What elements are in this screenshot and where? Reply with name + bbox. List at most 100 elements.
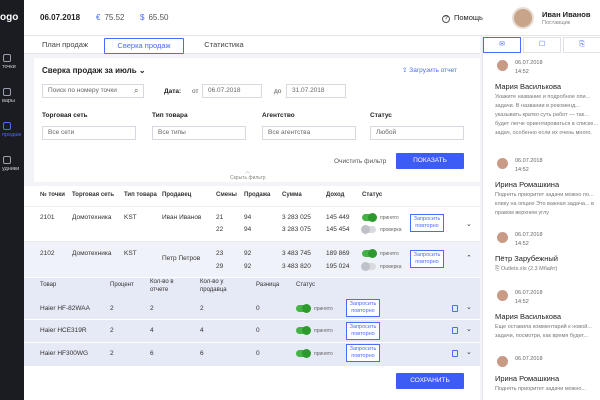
report-count: 2	[150, 305, 154, 312]
sidebar-item-goods[interactable]: вары	[0, 88, 24, 114]
income-cell: 189 869	[326, 250, 350, 257]
chevron-down-icon[interactable]: ⌄	[466, 220, 472, 228]
column-header: Сумма	[282, 192, 302, 198]
message-date: 06.07.2018	[515, 290, 543, 296]
chevron-down-icon[interactable]: ⌄	[466, 303, 472, 311]
avatar	[497, 158, 508, 169]
tab-sales-plan[interactable]: План продаж	[28, 38, 102, 54]
request-again-button[interactable]: Запросить повторно	[346, 344, 380, 362]
message-time: 14:52	[515, 299, 529, 305]
avatar[interactable]	[512, 7, 534, 29]
chevron-down-icon[interactable]: ⌄	[466, 348, 472, 356]
message-author: Ирина Ромашкина	[495, 374, 560, 383]
seller-count: 4	[200, 327, 204, 334]
sales-table: № точки Торговая сеть Тип товара Продаве…	[24, 186, 480, 400]
type-select[interactable]: Все типы	[152, 126, 246, 140]
chevron-down-icon: ⌄	[138, 66, 146, 75]
income-cell: 145 454	[326, 226, 350, 233]
trash-icon[interactable]	[452, 350, 458, 357]
status-text: принято	[380, 215, 399, 221]
attachments-tab[interactable]: ⎘	[563, 37, 600, 53]
page-title[interactable]: Сверка продаж за июль ⌄	[42, 66, 146, 75]
request-again-button[interactable]: Запросить повторно	[410, 250, 444, 268]
hide-filter-toggle[interactable]: ︿ Скрыть фильтр	[230, 168, 266, 181]
from-label: от	[192, 88, 199, 95]
date-from-field[interactable]: 06.07.2018	[202, 84, 262, 98]
avatar	[497, 232, 508, 243]
dollar-icon: $	[140, 13, 145, 22]
sales-cell: 92	[244, 263, 252, 270]
status-select[interactable]: Любой	[370, 126, 464, 140]
message-date: 06.07.2018	[515, 158, 543, 164]
chat-message: 06.07.2018 14:52 Пётр Зарубежный ⎘ Outle…	[483, 230, 600, 280]
product-name: Haier HF300WG	[40, 350, 89, 357]
chevron-down-icon[interactable]: ⌄	[466, 325, 472, 333]
sub-column-header: Кол-во в отчете	[150, 279, 174, 293]
tab-sales-reconciliation[interactable]: Сверка продаж	[104, 38, 184, 54]
load-report-link[interactable]: ⇪ Загрузить отчет	[402, 66, 457, 74]
request-again-button[interactable]: Запросить повторно	[410, 214, 444, 232]
search-input[interactable]: Поиск по номеру точки	[42, 84, 144, 98]
report-count: 6	[150, 350, 154, 357]
status-toggle[interactable]	[361, 225, 376, 234]
message-author: Пётр Зарубежный	[495, 254, 558, 263]
euro-icon: €	[96, 13, 101, 22]
sub-column-header: Процент	[110, 282, 134, 288]
clear-filter-link[interactable]: Очистить фильтр	[334, 158, 386, 165]
trash-icon[interactable]	[452, 327, 458, 334]
status-toggle[interactable]	[296, 326, 311, 335]
help-link[interactable]: ? Помощь	[442, 13, 483, 23]
sidebar-item-sales[interactable]: продаж	[0, 122, 24, 148]
tabs-bar: План продаж Сверка продаж Статистика	[24, 36, 480, 54]
shift-cell: 21	[216, 214, 224, 221]
status-toggle[interactable]	[296, 304, 311, 313]
show-button[interactable]: ПОКАЗАТЬ	[396, 153, 464, 169]
column-header: Торговая сеть	[72, 192, 115, 198]
tab-statistics[interactable]: Статистика	[188, 38, 260, 54]
page-title-text: Сверка продаж за июль	[42, 66, 137, 75]
sub-column-header: Кол-во у продавца	[200, 279, 227, 293]
avatar	[497, 60, 508, 71]
sub-column-header: Статус	[296, 282, 315, 288]
sales-cell: 94	[244, 226, 252, 233]
request-again-button[interactable]: Запросить повторно	[346, 299, 380, 317]
trash-icon[interactable]	[452, 305, 458, 312]
chevron-up-icon[interactable]: ⌃	[466, 254, 472, 262]
euro-value: 75.52	[104, 13, 125, 22]
agency-select[interactable]: Все агентства	[262, 126, 356, 140]
status-toggle[interactable]	[362, 249, 377, 258]
attachment-icon: ⎘	[579, 41, 585, 48]
status-toggle[interactable]	[361, 262, 376, 271]
file-attachment[interactable]: ⎘ Outlets.xls (2.3 Мбайт)	[495, 265, 599, 275]
message-date: 06.07.2018	[515, 60, 543, 66]
status-toggle[interactable]	[296, 349, 311, 358]
save-button[interactable]: СОХРАНИТЬ	[396, 373, 464, 389]
chart-icon	[3, 122, 11, 130]
seller-count: 6	[200, 350, 204, 357]
status-label: Статус	[370, 112, 392, 119]
sidebar-item-staff[interactable]: удники	[0, 156, 24, 182]
status-toggle[interactable]	[362, 213, 377, 222]
avatar	[497, 290, 508, 301]
sidebar-item-label: удники	[2, 166, 20, 172]
column-header: № точки	[40, 192, 65, 198]
network-select[interactable]: Все сети	[42, 126, 136, 140]
sidebar-item-points[interactable]: точки	[0, 54, 24, 80]
type-cell: KST	[124, 250, 137, 257]
request-again-button[interactable]: Запросить повторно	[346, 322, 380, 340]
calendar-tab[interactable]: ☐	[523, 37, 561, 53]
chat-tab[interactable]: ✉	[483, 37, 521, 53]
type-cell: KST	[124, 214, 137, 221]
sub-column-header: Разница	[256, 282, 280, 288]
point-number: 2102	[40, 250, 55, 257]
product-subtable	[24, 278, 480, 366]
date-to-field[interactable]: 31.07.2018	[286, 84, 346, 98]
logo: ogo	[0, 12, 19, 23]
status-text: проверка	[380, 264, 402, 270]
dollar-rate: $65.50	[140, 13, 168, 22]
column-header: Доход	[326, 192, 345, 198]
user-name[interactable]: Иван Иванов	[542, 10, 590, 19]
diff-cell: 0	[256, 305, 260, 312]
chat-message: 06.07.2018 14:52 Мария Василькова Укажит…	[483, 58, 600, 148]
filter-card: Сверка продаж за июль ⌄ ⇪ Загрузить отче…	[34, 58, 480, 182]
